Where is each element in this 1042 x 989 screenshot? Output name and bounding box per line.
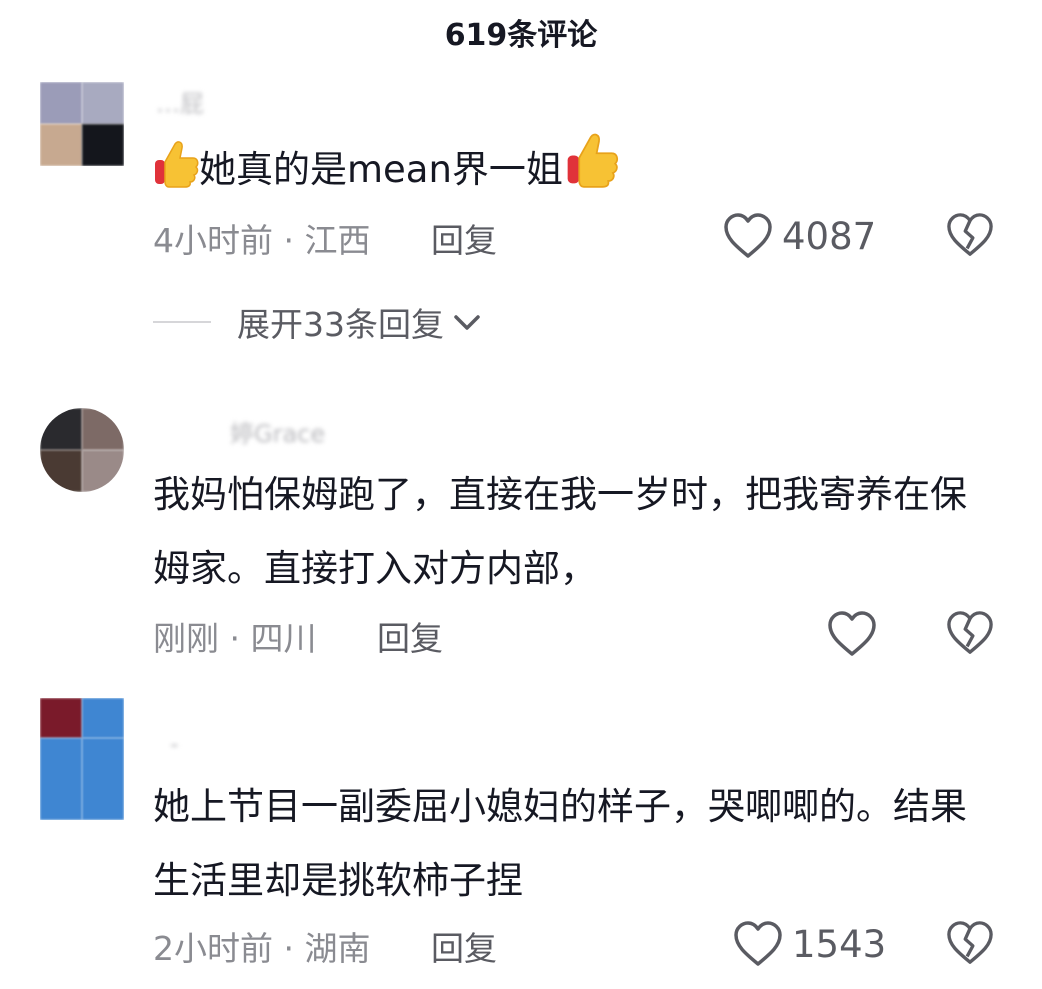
comment-body: 她真的是mean界一姐 — [199, 148, 563, 191]
comment-meta: 刚刚 · 四川 回复 — [153, 612, 443, 660]
like-count: 4087 — [782, 214, 877, 258]
like-count: 1543 — [792, 922, 887, 966]
avatar[interactable] — [40, 698, 124, 820]
reply-button[interactable]: 回复 — [377, 619, 443, 658]
comments-count-title: 619条评论 — [444, 18, 598, 53]
comment-text: 她上节目一副委屈小媳妇的样子，哭唧唧的。结果生活里却是挑软柿子捏 — [153, 785, 967, 902]
avatar-tile — [82, 408, 124, 450]
username[interactable]: - — [170, 730, 179, 758]
comment-text: 我妈怕保姆跑了，直接在我一岁时，把我寄养在保姆家。直接打入对方内部， — [153, 473, 967, 590]
comment-text: 她真的是mean界一姐 — [153, 130, 993, 213]
reply-button[interactable]: 回复 — [431, 929, 497, 968]
avatar-tile — [82, 698, 124, 738]
like-button[interactable]: 4087 — [722, 212, 876, 260]
comment-location: 四川 — [250, 619, 317, 658]
broken-heart-icon — [947, 611, 993, 654]
heart-icon — [724, 213, 772, 258]
comment-meta: 4小时前 · 江西 回复 — [153, 214, 497, 262]
avatar-tile — [82, 738, 124, 820]
avatar-tile — [40, 408, 82, 450]
dislike-button[interactable] — [945, 212, 995, 262]
comment-meta: 2小时前 · 湖南 回复 — [153, 922, 497, 970]
comment-time: 刚刚 — [153, 619, 219, 658]
avatar[interactable] — [40, 408, 124, 492]
avatar-tile — [40, 698, 82, 738]
divider-line — [153, 321, 211, 323]
avatar[interactable] — [40, 82, 124, 166]
expand-replies-label: 展开33条回复 — [237, 305, 444, 344]
expand-replies-button[interactable]: 展开33条回复 — [153, 298, 484, 346]
like-button[interactable] — [826, 610, 878, 658]
chevron-down-icon — [454, 315, 480, 330]
username[interactable]: 婷Grace — [230, 414, 325, 449]
dislike-button[interactable] — [945, 920, 995, 970]
like-button[interactable]: 1543 — [732, 920, 886, 968]
meta-separator: · — [283, 929, 295, 968]
comment-time: 4小时前 — [153, 221, 273, 260]
username[interactable]: …屁 — [156, 84, 204, 119]
avatar-tile — [40, 124, 82, 166]
avatar-tile — [82, 82, 124, 124]
broken-heart-icon — [947, 213, 993, 256]
broken-heart-icon — [947, 921, 993, 964]
comment-location: 湖南 — [304, 929, 371, 968]
comment-location: 江西 — [304, 221, 371, 260]
heart-icon — [734, 921, 782, 966]
meta-separator: · — [229, 619, 241, 658]
heart-icon — [828, 611, 876, 656]
avatar-tile — [82, 450, 124, 492]
reply-button[interactable]: 回复 — [431, 221, 497, 260]
dislike-button[interactable] — [945, 610, 995, 660]
avatar-tile — [82, 124, 124, 166]
avatar-tile — [40, 82, 82, 124]
meta-separator: · — [283, 221, 295, 260]
avatar-tile — [40, 450, 82, 492]
thumbs-up-emoji — [563, 130, 621, 213]
comment-time: 2小时前 — [153, 929, 273, 968]
avatar-tile — [40, 738, 82, 820]
thumbs-up-emoji — [153, 138, 199, 213]
